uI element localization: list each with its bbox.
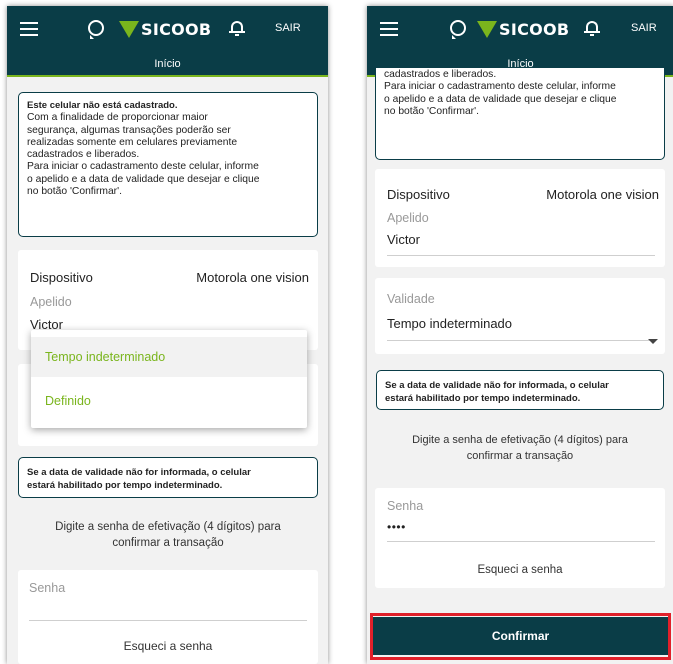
info-line: Para iniciar o cadastramento deste celul… bbox=[384, 81, 616, 93]
chat-icon[interactable] bbox=[450, 20, 466, 39]
validity-dropdown-menu: Tempo indeterminado Definido bbox=[31, 330, 307, 428]
info-line: no botão 'Confirmar'. bbox=[384, 105, 479, 117]
note-line: estará habilitado por tempo indeterminad… bbox=[385, 393, 581, 404]
device-value: Motorola one vision bbox=[196, 270, 309, 285]
info-line: o apelido e a data de validade que desej… bbox=[27, 173, 260, 185]
forgot-password-link[interactable]: Esqueci a senha bbox=[18, 638, 318, 654]
nickname-input[interactable]: Victor bbox=[387, 232, 420, 247]
bell-icon[interactable] bbox=[229, 20, 245, 36]
unregistered-info-box-scrolled: cadastrados e liberados. Para iniciar o … bbox=[375, 68, 665, 160]
phone-screen-right: SICOOB SAIR Início cadastrados e liberad… bbox=[367, 6, 673, 664]
sicoob-logo: SICOOB bbox=[119, 19, 219, 41]
option-tempo-indeterminado[interactable]: Tempo indeterminado bbox=[31, 337, 307, 377]
password-card: Senha Esqueci a senha bbox=[18, 570, 318, 664]
password-instruction: Digite a senha de efetivação (4 dígitos)… bbox=[375, 432, 665, 464]
validity-note-box: Se a data de validade não for informada,… bbox=[376, 370, 664, 410]
logout-button[interactable]: SAIR bbox=[275, 22, 301, 34]
logout-button[interactable]: SAIR bbox=[631, 22, 657, 34]
password-underline bbox=[387, 541, 655, 542]
nickname-label: Apelido bbox=[30, 295, 72, 309]
page-title: Início bbox=[7, 53, 328, 77]
info-line: Para iniciar o cadastramento deste celul… bbox=[27, 161, 259, 173]
forgot-password-link[interactable]: Esqueci a senha bbox=[375, 562, 665, 578]
unregistered-info-box: Este celular não está cadastrado. Com a … bbox=[18, 92, 318, 237]
info-line: Com a finalidade de proporcionar maior bbox=[27, 112, 208, 124]
info-line: o apelido e a data de validade que desej… bbox=[384, 93, 617, 105]
password-input[interactable]: •••• bbox=[387, 520, 406, 534]
instruction-line: Digite a senha de efetivação (4 dígitos)… bbox=[412, 434, 628, 446]
note-line: Se a data de validade não for informada,… bbox=[27, 467, 251, 478]
info-line: no botão 'Confirmar'. bbox=[27, 186, 122, 198]
instruction-line: confirmar a transação bbox=[112, 537, 224, 549]
nickname-label: Apelido bbox=[387, 211, 429, 225]
password-card: Senha •••• Esqueci a senha bbox=[375, 488, 665, 588]
logo-text: SICOOB bbox=[499, 20, 570, 39]
info-line: cadastrados e liberados. bbox=[384, 69, 497, 80]
info-title: Este celular não está cadastrado. bbox=[27, 100, 178, 111]
logo-text: SICOOB bbox=[141, 20, 212, 39]
info-line: segurança, algumas transações poderão se… bbox=[27, 124, 231, 136]
validity-label: Validade bbox=[387, 292, 435, 306]
logo-mark bbox=[477, 21, 497, 38]
device-label: Dispositivo bbox=[30, 270, 93, 285]
device-card: Dispositivo Motorola one vision Apelido … bbox=[375, 169, 665, 267]
validity-underline bbox=[387, 340, 655, 341]
bell-icon[interactable] bbox=[584, 20, 600, 36]
password-input[interactable] bbox=[29, 620, 307, 621]
validity-card: Validade Tempo indeterminado bbox=[375, 278, 665, 354]
validity-note-box: Se a data de validade não for informada,… bbox=[18, 457, 318, 498]
device-label: Dispositivo bbox=[387, 187, 450, 202]
menu-icon[interactable] bbox=[20, 22, 38, 36]
highlight-box bbox=[370, 613, 671, 660]
nickname-underline bbox=[387, 255, 655, 256]
chat-icon[interactable] bbox=[88, 20, 104, 39]
option-definido[interactable]: Definido bbox=[31, 381, 307, 421]
info-line: realizadas somente em celulares previame… bbox=[27, 136, 238, 148]
password-instruction: Digite a senha de efetivação (4 dígitos)… bbox=[17, 519, 319, 551]
top-bar: SICOOB SAIR bbox=[7, 6, 328, 53]
menu-icon[interactable] bbox=[380, 22, 398, 36]
instruction-line: confirmar a transação bbox=[466, 450, 574, 462]
password-label: Senha bbox=[387, 499, 424, 513]
sicoob-logo: SICOOB bbox=[477, 19, 577, 41]
phone-screen-left: SICOOB SAIR Início Este celular não está… bbox=[7, 6, 328, 664]
validity-select[interactable]: Tempo indeterminado bbox=[387, 316, 512, 331]
password-label: Senha bbox=[29, 581, 66, 595]
note-line: Se a data de validade não for informada,… bbox=[385, 380, 609, 391]
top-bar: SICOOB SAIR bbox=[367, 6, 673, 53]
device-value: Motorola one vision bbox=[546, 187, 659, 202]
instruction-line: Digite a senha de efetivação (4 dígitos)… bbox=[55, 521, 281, 533]
chevron-down-icon[interactable] bbox=[648, 339, 658, 344]
info-line: cadastrados e liberados. bbox=[27, 149, 140, 161]
logo-mark bbox=[119, 21, 139, 38]
note-line: estará habilitado por tempo indeterminad… bbox=[27, 480, 223, 491]
